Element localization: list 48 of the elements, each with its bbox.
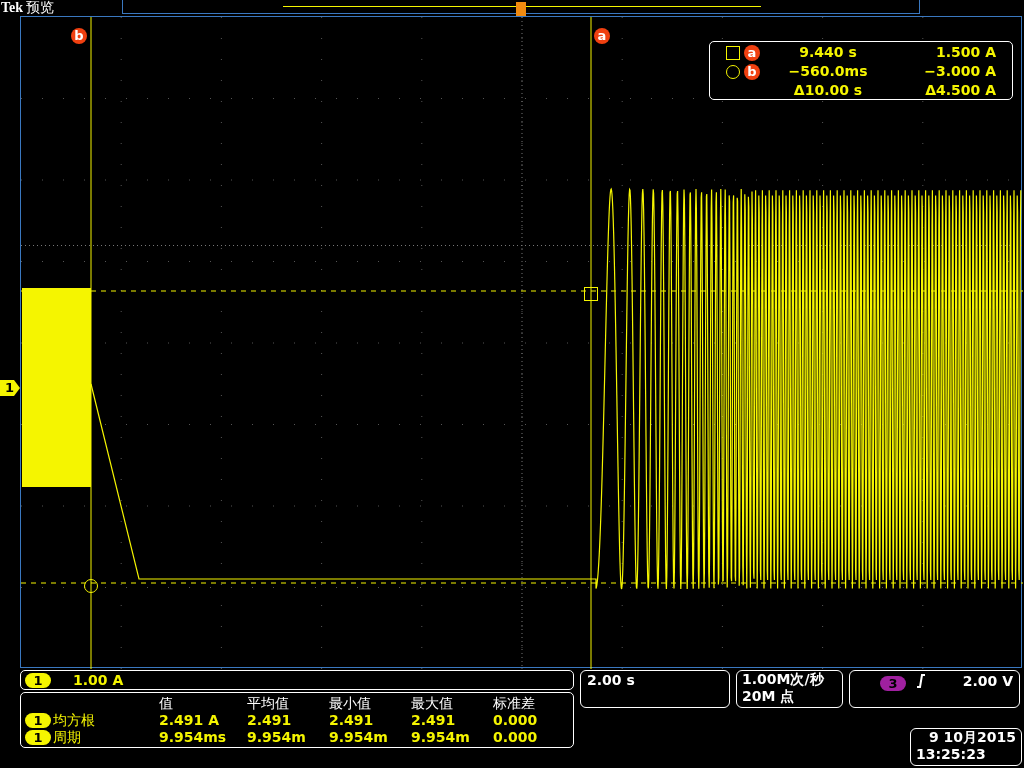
trigger-panel[interactable]: 3 2.00 V <box>849 670 1020 708</box>
measurement-value: 9.954m <box>247 728 307 746</box>
measurement-value: 9.954m <box>329 728 389 746</box>
measurement-value: 2.491 <box>247 711 293 729</box>
timebase-panel[interactable]: 2.00 s <box>580 670 730 708</box>
cursor-delta-value: Δ4.500 A <box>925 81 996 100</box>
trigger-level: 2.00 V <box>962 673 1013 689</box>
rising-edge-icon <box>916 674 926 688</box>
cursor-label: b <box>71 27 87 44</box>
square-marker-icon <box>726 45 740 60</box>
sample-rate: 1.00M次/秒 <box>742 671 825 688</box>
measurement-value: 9.954ms <box>159 728 228 746</box>
measurement-name: 周期 <box>53 728 81 746</box>
measurement-value: 9.954m <box>411 728 471 746</box>
cursor-label: a <box>594 27 610 44</box>
square-marker-icon <box>584 287 598 301</box>
date-text: 9 10月2015 <box>928 729 1016 746</box>
cursor-time: −560.0ms <box>788 62 868 81</box>
acquisition-panel[interactable]: 1.00M次/秒 20M 点 <box>736 670 843 708</box>
channel-scale-panel[interactable]: 1 1.00 A <box>20 670 574 690</box>
cursor-time: 9.440 s <box>799 43 857 62</box>
column-header: 平均值 <box>247 694 290 712</box>
measurement-value: 2.491 A <box>159 711 220 729</box>
channel-badge: 1 <box>25 712 51 728</box>
measurement-value: 0.000 <box>493 711 539 729</box>
brand-logo: Tek <box>1 0 24 15</box>
channel-badge: 1 <box>25 672 51 688</box>
time-text: 13:25:23 <box>916 746 986 763</box>
column-header: 值 <box>159 694 174 712</box>
horizontal-scale: 2.00 s <box>587 672 635 688</box>
cursor-label: a <box>744 44 760 61</box>
cursor-delta-time: Δ10.00 s <box>793 81 863 100</box>
column-header: 最大值 <box>411 694 454 712</box>
record-length: 20M 点 <box>742 688 796 705</box>
channel-badge: 1 <box>25 729 51 745</box>
channel-marker: 1 <box>0 380 20 396</box>
vertical-scale: 1.00 A <box>73 673 124 687</box>
column-header: 标准差 <box>493 694 536 712</box>
cursor-value: 1.500 A <box>936 43 996 62</box>
measurement-name: 均方根 <box>53 711 95 729</box>
mode-label: 预览 <box>26 0 55 15</box>
measurement-value: 0.000 <box>493 728 539 746</box>
measurement-value: 2.491 <box>411 711 457 729</box>
channel-badge: 3 <box>880 676 906 691</box>
measurement-value: 2.491 <box>329 711 375 729</box>
cursor-label: b <box>744 63 760 80</box>
cursor-value: −3.000 A <box>924 62 996 81</box>
column-header: 最小值 <box>329 694 372 712</box>
